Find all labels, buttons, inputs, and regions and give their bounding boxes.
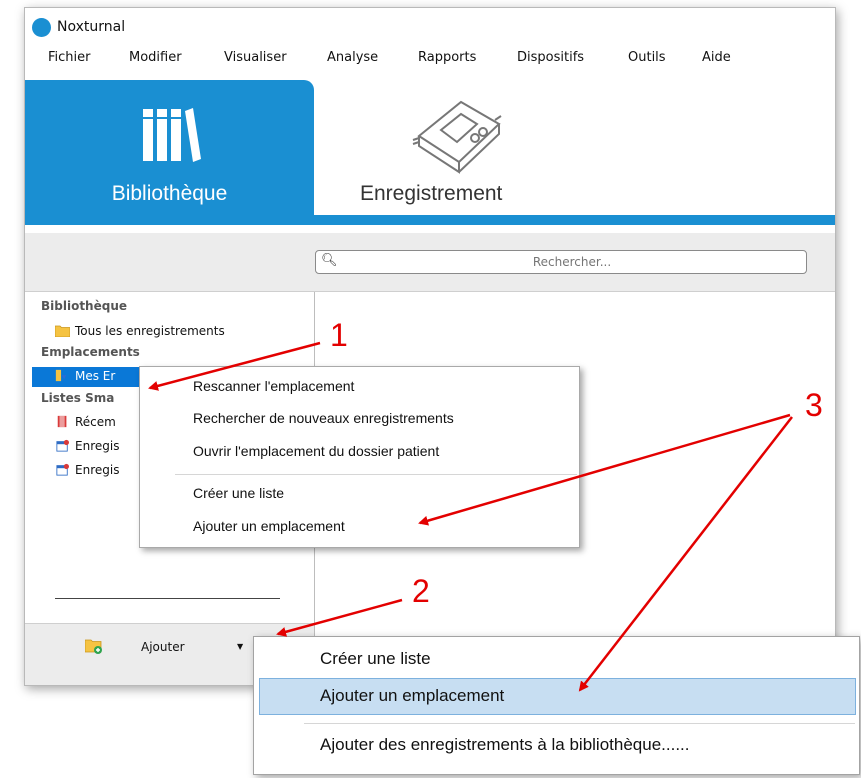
arrow-3b xyxy=(578,416,793,692)
annotation-label-1: 1 xyxy=(330,317,348,353)
arrow-1 xyxy=(148,341,321,391)
annotation-arrows xyxy=(148,341,793,692)
arrow-3a xyxy=(418,413,791,526)
annotation-label-3: 3 xyxy=(805,387,823,423)
arrow-2 xyxy=(276,598,403,637)
annotation-label-2: 2 xyxy=(412,573,430,609)
